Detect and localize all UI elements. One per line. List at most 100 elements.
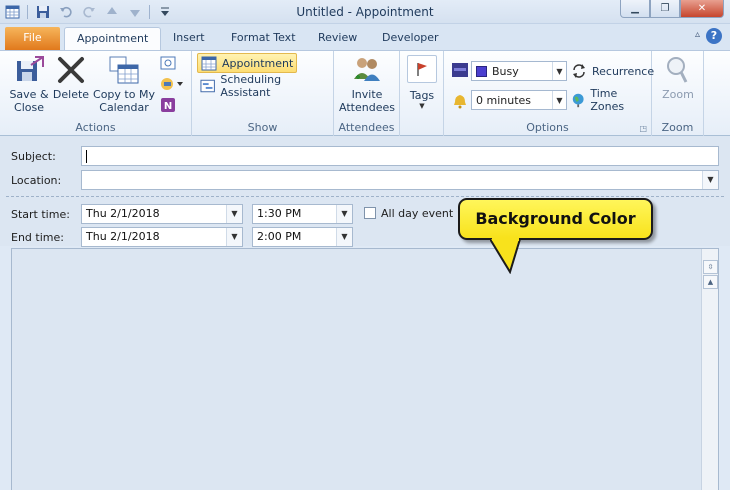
start-time-label: Start time: <box>11 208 70 221</box>
chevron-down-icon[interactable]: ▼ <box>226 205 242 223</box>
start-date-picker[interactable]: Thu 2/1/2018 ▼ <box>81 204 243 224</box>
reminder-value: 0 minutes <box>476 93 532 107</box>
chevron-down-icon[interactable]: ▼ <box>702 171 718 189</box>
callout-bubble: Background Color <box>458 198 653 240</box>
tab-file[interactable]: File <box>5 27 60 50</box>
invite-label-1: Invite <box>351 88 383 101</box>
location-label: Location: <box>11 174 62 187</box>
chevron-down-icon[interactable]: ▼ <box>336 205 352 223</box>
tab-appointment[interactable]: Appointment <box>64 27 162 50</box>
tab-review[interactable]: Review <box>306 27 369 50</box>
tags-dropdown-icon[interactable]: ▼ <box>400 102 444 110</box>
forward-icon <box>160 56 176 70</box>
group-label-zoom: Zoom <box>661 121 694 134</box>
reminder-dropdown[interactable]: 0 minutes ▼ <box>471 90 567 110</box>
save-close-button[interactable]: Save & Close <box>8 55 50 114</box>
group-label-attendees: Attendees <box>338 121 395 134</box>
scheduling-assistant-button[interactable]: Scheduling Assistant <box>197 73 333 99</box>
recurrence-label: Recurrence <box>592 64 655 78</box>
invite-attendees-button[interactable]: Invite Attendees <box>338 55 396 114</box>
minimize-ribbon-icon[interactable]: ▵ <box>695 29 700 40</box>
globe-icon <box>572 93 584 108</box>
zoom-button-label: Zoom <box>662 88 694 101</box>
group-label-actions: Actions <box>75 121 116 134</box>
copy-to-calendar-icon <box>109 56 139 84</box>
time-zones-button[interactable]: Time Zones <box>568 87 651 113</box>
reminder-bell-icon <box>454 95 466 109</box>
window-controls: ▁ ❐ ✕ <box>620 0 724 18</box>
recurrence-icon <box>573 64 585 78</box>
copy-label-1: Copy to My <box>93 88 155 101</box>
minimize-button[interactable]: ▁ <box>620 0 650 18</box>
flag-icon <box>417 63 427 76</box>
save-close-label-1: Save & <box>9 88 49 101</box>
group-options: Busy ▼ 0 minutes ▼ Recurrence Time Zones… <box>444 51 654 136</box>
delete-label: Delete <box>52 88 90 101</box>
scroll-up-button[interactable]: ▲ <box>703 275 718 289</box>
subject-label: Subject: <box>11 150 56 163</box>
chevron-down-icon[interactable]: ▼ <box>336 228 352 246</box>
chevron-down-icon: ▼ <box>552 91 566 109</box>
forward-button[interactable] <box>160 55 176 74</box>
save-close-label-2: Close <box>14 101 44 114</box>
subject-input[interactable] <box>81 146 719 166</box>
show-as-dropdown[interactable]: Busy ▼ <box>471 61 567 81</box>
tab-developer[interactable]: Developer <box>370 27 451 50</box>
appointment-view-label: Appointment <box>222 56 294 70</box>
help-icon[interactable]: ? <box>706 28 722 44</box>
end-date-value: Thu 2/1/2018 <box>86 230 160 243</box>
delete-icon <box>58 57 84 83</box>
all-day-label: All day event <box>381 207 454 220</box>
ribbon-tabs: File Appointment Insert Format Text Revi… <box>0 24 730 50</box>
scroll-split-icon[interactable]: ⇳ <box>703 260 718 274</box>
group-tags: Tags ▼ <box>400 51 444 136</box>
zoom-button[interactable]: Zoom <box>656 55 700 101</box>
invite-attendees-icon <box>354 58 380 81</box>
busy-color-swatch <box>476 65 487 77</box>
chevron-down-icon[interactable]: ▼ <box>226 228 242 246</box>
scheduling-assistant-label: Scheduling Assistant <box>220 73 282 99</box>
title-bar: Untitled - Appointment ▁ ❐ ✕ <box>0 0 730 24</box>
location-input[interactable]: ▼ <box>81 170 719 190</box>
group-actions: Save & Close Delete Copy to My Calendar … <box>0 51 192 136</box>
tags-button[interactable] <box>407 55 437 83</box>
maximize-button[interactable]: ❐ <box>650 0 680 18</box>
vertical-scrollbar[interactable]: ⇳ ▲ <box>701 249 718 490</box>
copy-to-calendar-button[interactable]: Copy to My Calendar <box>93 55 155 114</box>
tab-format-text[interactable]: Format Text <box>219 27 308 50</box>
save-close-icon <box>17 56 44 81</box>
end-time-value: 2:00 PM <box>257 230 302 243</box>
invite-label-2: Attendees <box>339 101 395 114</box>
delete-button[interactable]: Delete <box>52 55 90 101</box>
start-time-picker[interactable]: 1:30 PM ▼ <box>252 204 353 224</box>
scheduling-assistant-icon <box>200 79 215 93</box>
meeting-options-icon <box>161 78 183 90</box>
appointment-view-button[interactable]: Appointment <box>197 53 298 73</box>
recurrence-button[interactable]: Recurrence <box>568 61 657 81</box>
all-day-checkbox[interactable] <box>364 207 376 219</box>
close-button[interactable]: ✕ <box>680 0 724 18</box>
show-as-value: Busy <box>492 64 519 78</box>
start-date-value: Thu 2/1/2018 <box>86 207 160 220</box>
tags-label: Tags <box>409 89 435 102</box>
ribbon: Save & Close Delete Copy to My Calendar … <box>0 50 730 136</box>
onenote-button[interactable]: N <box>160 97 176 116</box>
group-label-options: Options <box>526 121 569 134</box>
magnifier-icon <box>667 57 688 83</box>
end-time-picker[interactable]: 2:00 PM ▼ <box>252 227 353 247</box>
end-date-picker[interactable]: Thu 2/1/2018 ▼ <box>81 227 243 247</box>
show-as-icon <box>452 63 468 77</box>
onenote-icon: N <box>161 98 175 112</box>
end-time-label: End time: <box>11 231 64 244</box>
tab-insert[interactable]: Insert <box>161 27 217 50</box>
copy-label-2: Calendar <box>99 101 149 114</box>
time-zones-label: Time Zones <box>590 87 625 113</box>
callout-tail <box>490 238 521 274</box>
message-body[interactable]: ⇳ ▲ <box>11 248 719 490</box>
group-attendees: Invite Attendees Attendees <box>334 51 400 136</box>
divider <box>6 196 724 197</box>
chevron-down-icon: ▼ <box>552 62 566 80</box>
svg-text:N: N <box>164 101 172 112</box>
meeting-options-button[interactable] <box>160 76 184 95</box>
group-zoom: Zoom Zoom <box>652 51 704 136</box>
